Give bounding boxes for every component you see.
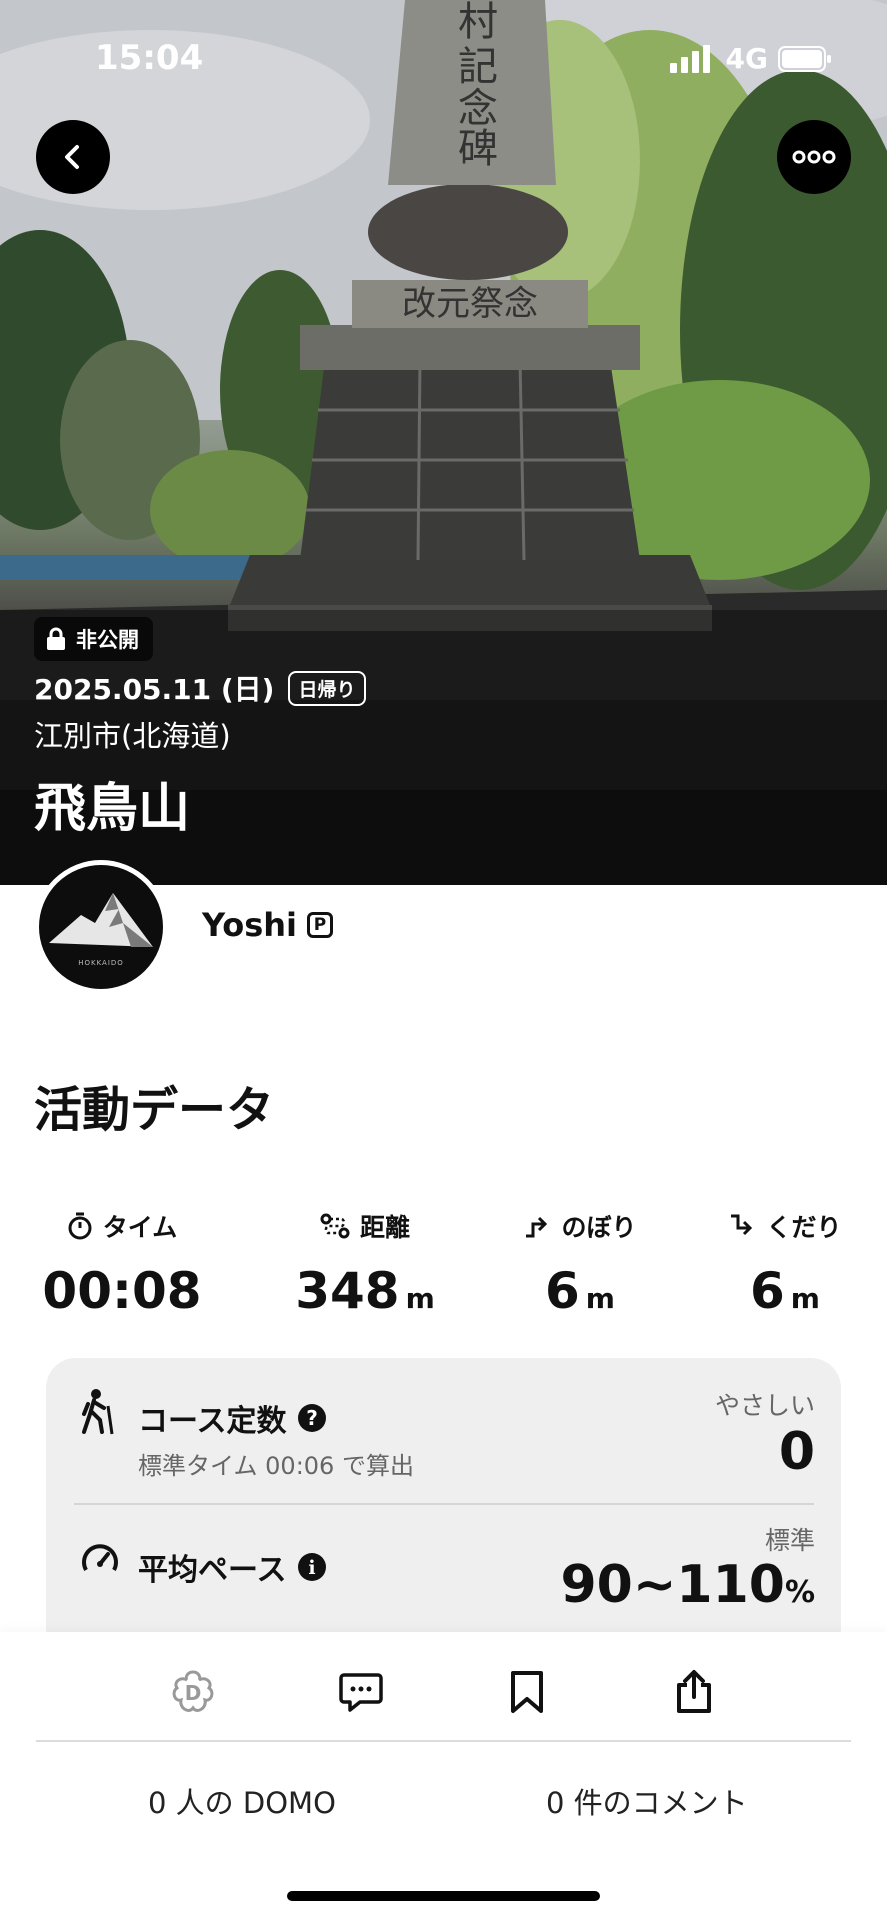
domo-count[interactable]: 0 人の DOMO bbox=[148, 1780, 336, 1822]
trip-type-tag: 日帰り bbox=[288, 670, 366, 706]
svg-text:D: D bbox=[185, 1681, 202, 1705]
more-dots-icon bbox=[792, 150, 836, 164]
stat-value: 348 bbox=[295, 1262, 400, 1320]
average-pace-title: 平均ペース bbox=[138, 1553, 287, 1588]
svg-text:i: i bbox=[308, 1557, 315, 1579]
back-button[interactable] bbox=[36, 120, 110, 194]
activity-date: 2025.05.11 (日) bbox=[34, 673, 275, 706]
mountain-title: 飛鳥山 bbox=[34, 779, 191, 839]
battery-icon bbox=[778, 45, 831, 72]
status-bar: 15:04 4G bbox=[0, 0, 887, 120]
info-icon[interactable]: i bbox=[297, 1552, 327, 1582]
domo-button[interactable]: D bbox=[163, 1662, 223, 1722]
avatar-text: HOKKAIDO bbox=[78, 959, 124, 967]
bottom-action-bar: D 0 人の DOMO 0 件のコメント bbox=[0, 1632, 887, 1920]
stats-row: タイム 00:08 距離 348 m のぼり 6m くだり 6 m bbox=[0, 1208, 887, 1328]
bookmark-icon bbox=[511, 1671, 543, 1713]
private-badge: 非公開 bbox=[34, 617, 153, 661]
hero-photo: 改元祭念 村 記 念 碑 15:04 4G 非公開 2025.05.11 (日)… bbox=[0, 0, 887, 885]
stat-value: 6 bbox=[545, 1262, 580, 1320]
course-constant-row[interactable]: コース定数 ? 標準タイム 00:06 で算出 やさしい 0 bbox=[46, 1358, 841, 1503]
network-label: 4G bbox=[725, 42, 768, 75]
stat-value: 6 bbox=[750, 1262, 785, 1320]
route-icon bbox=[320, 1213, 350, 1239]
hiker-icon bbox=[82, 1389, 114, 1435]
course-constant-subtitle: 標準タイム 00:06 で算出 bbox=[138, 1452, 414, 1480]
metrics-card: コース定数 ? 標準タイム 00:06 で算出 やさしい 0 平均ペース i 標… bbox=[46, 1358, 841, 1658]
bottom-divider bbox=[36, 1740, 851, 1742]
avatar[interactable]: HOKKAIDO bbox=[34, 860, 168, 994]
domo-icon: D bbox=[172, 1670, 214, 1712]
date-row: 2025.05.11 (日) 日帰り bbox=[34, 668, 366, 708]
comment-icon bbox=[339, 1673, 383, 1712]
course-constant-value: 0 bbox=[778, 1422, 815, 1482]
descent-icon bbox=[731, 1214, 753, 1236]
comment-count[interactable]: 0 件のコメント bbox=[546, 1780, 748, 1822]
private-label: 非公開 bbox=[76, 628, 139, 652]
stat-value: 00:08 bbox=[42, 1262, 202, 1320]
course-constant-title: コース定数 bbox=[138, 1404, 287, 1439]
svg-text:碑: 碑 bbox=[458, 126, 498, 172]
status-time: 15:04 bbox=[95, 38, 204, 78]
difficulty-label: やさしい bbox=[714, 1391, 815, 1420]
section-title: 活動データ bbox=[34, 1082, 275, 1138]
status-right: 4G bbox=[669, 42, 832, 75]
stat-unit: m bbox=[405, 1282, 435, 1315]
share-button[interactable] bbox=[664, 1662, 724, 1722]
average-pace-unit: % bbox=[784, 1575, 815, 1610]
stat-descent: くだり 6m bbox=[720, 1208, 850, 1320]
action-row: D bbox=[0, 1662, 887, 1742]
mountain-logo-icon: HOKKAIDO bbox=[49, 893, 153, 967]
stat-label: タイム bbox=[102, 1213, 178, 1242]
stat-unit: m bbox=[585, 1282, 615, 1315]
lock-icon bbox=[47, 627, 65, 650]
help-icon[interactable]: ? bbox=[297, 1403, 327, 1433]
bookmark-button[interactable] bbox=[497, 1662, 557, 1722]
stat-label: くだり bbox=[766, 1213, 842, 1242]
svg-text:?: ? bbox=[306, 1406, 318, 1430]
ascent-icon bbox=[526, 1216, 548, 1238]
pace-label: 標準 bbox=[764, 1526, 815, 1555]
more-button[interactable] bbox=[777, 120, 851, 194]
home-indicator bbox=[287, 1891, 600, 1901]
user-name: Yoshi bbox=[202, 906, 298, 944]
stat-ascent: のぼり 6m bbox=[515, 1208, 645, 1320]
average-pace-value: 90~110 bbox=[560, 1555, 785, 1615]
comment-button[interactable] bbox=[331, 1662, 391, 1722]
share-icon bbox=[677, 1670, 711, 1713]
user-name-row[interactable]: Yoshi P bbox=[202, 906, 334, 944]
chevron-left-icon bbox=[65, 145, 79, 169]
stat-distance: 距離 348 m bbox=[290, 1208, 440, 1320]
stat-label: のぼり bbox=[561, 1213, 637, 1242]
stat-time: タイム 00:08 bbox=[42, 1208, 202, 1320]
stat-label: 距離 bbox=[359, 1213, 410, 1242]
location-label: 江別市(北海道) bbox=[34, 719, 231, 753]
premium-badge: P bbox=[307, 912, 334, 938]
svg-text:改元祭念: 改元祭念 bbox=[402, 284, 538, 324]
stat-unit: m bbox=[790, 1282, 820, 1315]
stopwatch-icon bbox=[68, 1212, 92, 1240]
signal-icon bbox=[669, 44, 710, 73]
speedometer-icon bbox=[82, 1544, 118, 1571]
